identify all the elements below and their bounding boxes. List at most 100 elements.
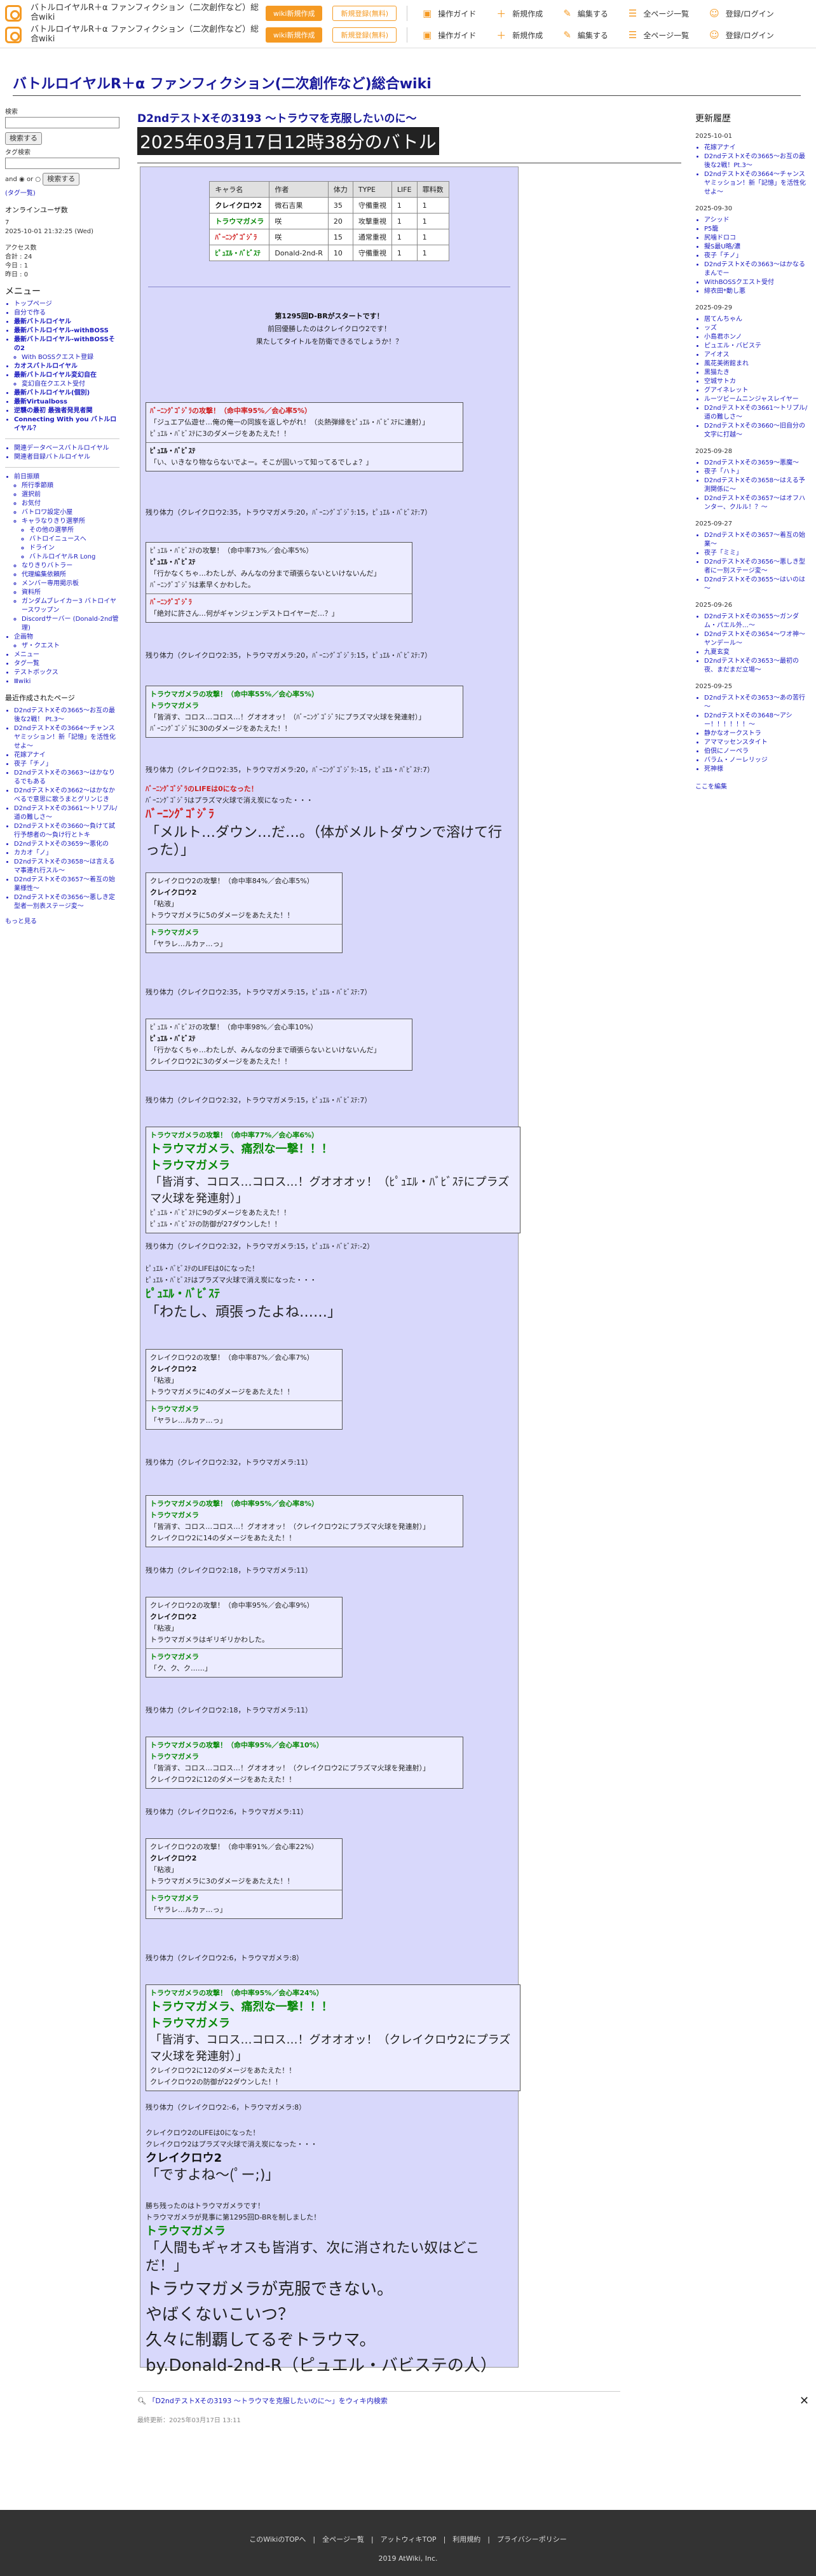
history-item[interactable]: 静かなオークストラ bbox=[704, 729, 810, 738]
menu-item[interactable]: Ⅲwiki bbox=[14, 677, 119, 686]
menu-item[interactable]: メンバー専用掲示板 bbox=[22, 580, 119, 588]
history-item[interactable]: 小島君ホンノ bbox=[704, 333, 810, 342]
atwiki-logo-icon[interactable] bbox=[5, 5, 22, 22]
history-item[interactable]: D2ndテストXその3660～旧自分の文字に打越～ bbox=[704, 422, 810, 440]
menu-item[interactable]: 最新バトルロイヤル(個別) bbox=[14, 389, 119, 398]
history-item[interactable]: 夜子「ミミ」 bbox=[704, 549, 810, 558]
top-bar-site-name[interactable]: バトルロイヤルR＋α ファンフィクション（二次創作など）総合wiki bbox=[31, 25, 266, 45]
history-item[interactable]: D2ndテストXその3656～悪しき型者に一別ステージ変～ bbox=[704, 558, 810, 576]
history-item[interactable]: D2ndテストXその3655～はいのは～ bbox=[704, 576, 810, 593]
more-link[interactable]: もっと見る bbox=[5, 918, 119, 926]
history-item[interactable]: 九夏玄変 bbox=[704, 648, 810, 657]
menu-item[interactable]: タグ一覧 bbox=[14, 660, 119, 668]
history-item[interactable]: アイオス bbox=[704, 351, 810, 360]
menu-item[interactable]: バトロイニュースへ bbox=[29, 535, 119, 544]
menu-item[interactable]: 資料所 bbox=[22, 588, 119, 597]
history-item[interactable]: 花嫁アナイ bbox=[704, 144, 810, 153]
recent-page-item[interactable]: D2ndテストXその3665～お互の最後な2戦！ Pt.3～ bbox=[14, 707, 119, 724]
menu-item[interactable]: 変幻自在クエスト受付 bbox=[22, 380, 119, 389]
footer-links[interactable]: このWikiのTOPへ | 全ページ一覧 | アットウィキTOP | 利用規約 … bbox=[0, 2534, 816, 2544]
site-title[interactable]: バトルロイヤルR＋α ファンフィクション(二次創作など)総合wiki bbox=[13, 72, 432, 93]
menu-item[interactable]: 最新バトルロイヤル-withBOSSその2 bbox=[14, 336, 119, 353]
wiki-create-button[interactable]: wiki新規作成 bbox=[266, 6, 323, 21]
guide-button[interactable]: ▣ 操作ガイド bbox=[423, 8, 476, 19]
menu-item[interactable]: 関連者目録バトルロイヤル bbox=[14, 453, 119, 462]
history-item[interactable]: アシッド bbox=[704, 216, 810, 225]
history-item[interactable]: 擬S最U略/濃 bbox=[704, 243, 810, 252]
recent-page-item[interactable]: D2ndテストXその3657～着互の始業様性～ bbox=[14, 876, 119, 893]
history-item[interactable]: グアイネレット bbox=[704, 386, 810, 395]
history-item[interactable]: P5籠 bbox=[704, 225, 810, 234]
login-button[interactable]: ☺ 登録/ログイン bbox=[709, 8, 774, 19]
history-item[interactable]: バラム・ノーレリッジ bbox=[704, 756, 810, 765]
history-item[interactable]: 伯倶にノーペラ bbox=[704, 747, 810, 756]
menu-item[interactable]: Connecting With you バトルロイヤル？ bbox=[14, 416, 119, 433]
history-item[interactable]: D2ndテストXその3657～はオフハンター、クルル！？～ bbox=[704, 494, 810, 512]
history-item[interactable]: ピュエル・バビステ bbox=[704, 342, 810, 351]
login-button[interactable]: ☺ 登録/ログイン bbox=[709, 29, 774, 41]
menu-item[interactable]: 自分で作る bbox=[14, 309, 119, 318]
history-item[interactable]: D2ndテストXその3653～あの苦行～ bbox=[704, 694, 810, 712]
tag-search-button[interactable]: 検索する bbox=[43, 173, 80, 186]
or-radio[interactable]: ○ bbox=[35, 176, 41, 183]
history-item[interactable]: 空城サトカ bbox=[704, 377, 810, 386]
history-item[interactable]: 黒猫たき bbox=[704, 369, 810, 377]
wiki-search-label[interactable]: 「D2ndテストXその3193 ～トラウマを克服したいのに～」をウィキ内検索 bbox=[148, 2397, 387, 2405]
menu-item[interactable]: ドライン bbox=[29, 544, 119, 553]
and-radio[interactable]: ◉ bbox=[19, 176, 25, 183]
history-item[interactable]: WithBOSSクエスト受付 bbox=[704, 278, 810, 287]
history-item[interactable]: ッズ bbox=[704, 324, 810, 333]
history-item[interactable]: D2ndテストXその3659～悪魔～ bbox=[704, 459, 810, 468]
wiki-create-button[interactable]: wiki新規作成 bbox=[266, 27, 323, 43]
menu-item[interactable]: 所行季節順 bbox=[22, 482, 119, 491]
menu-item[interactable]: ガンダムブレイカー3 バトロイヤースワップン bbox=[22, 597, 119, 615]
edit-here-link[interactable]: ここを編集 bbox=[695, 783, 810, 792]
register-button[interactable]: 新規登録(無料) bbox=[332, 6, 397, 21]
menu-item[interactable]: 最新バトルロイヤル-withBOSS bbox=[14, 327, 119, 336]
history-item[interactable]: D2ndテストXその3653～最初の夜、まだまだ立場～ bbox=[704, 657, 810, 675]
menu-item[interactable]: 最新バトルロイヤル変幻自在 bbox=[14, 371, 119, 380]
register-button[interactable]: 新規登録(無料) bbox=[332, 27, 397, 43]
history-item[interactable]: 夜子「ハト」 bbox=[704, 468, 810, 477]
history-item[interactable]: D2ndテストXその3665～お互の最後な2戦！Pt.3～ bbox=[704, 153, 810, 170]
menu-item[interactable]: お気付 bbox=[22, 499, 119, 508]
menu-item[interactable]: 関連データベースバトルロイヤル bbox=[14, 444, 119, 453]
history-item[interactable]: D2ndテストXその3654～ワオ神～ヤンデール～ bbox=[704, 630, 810, 648]
recent-page-item[interactable]: D2ndテストXその3664～チャンスヤミッション！新「記憶」を活性化せよ～ bbox=[14, 724, 119, 751]
history-item[interactable]: 居てんちゃん bbox=[704, 315, 810, 324]
top-bar-site-name[interactable]: バトルロイヤルR＋α ファンフィクション（二次創作など）総合wiki bbox=[31, 3, 266, 24]
menu-item[interactable]: テストボックス bbox=[14, 668, 119, 677]
menu-item[interactable]: バトルロイヤルR Long bbox=[29, 553, 119, 562]
new-page-button[interactable]: ＋ 新規作成 bbox=[496, 29, 543, 42]
menu-item[interactable]: なりきりバトラー bbox=[22, 562, 119, 571]
recent-page-item[interactable]: D2ndテストXその3659～悪化の bbox=[14, 840, 119, 849]
new-page-button[interactable]: ＋ 新規作成 bbox=[496, 7, 543, 20]
menu-item[interactable]: キャラなりきり選挙所 bbox=[22, 517, 119, 526]
tag-list-link[interactable]: (タグ一覧) bbox=[5, 189, 119, 198]
recent-page-item[interactable]: D2ndテストXその3660～負けて試行予想者の～負け行とトキ bbox=[14, 822, 119, 840]
history-item[interactable]: 夜子「チノ」 bbox=[704, 252, 810, 261]
menu-item[interactable]: 前日振順 bbox=[14, 473, 119, 482]
recent-page-item[interactable]: 夜子「チノ」 bbox=[14, 760, 119, 769]
atwiki-logo-icon[interactable] bbox=[5, 27, 22, 43]
recent-page-item[interactable]: D2ndテストXその3656～悪しき定型者一別表ステージ変～ bbox=[14, 893, 119, 911]
history-item[interactable]: D2ndテストXその3657～着互の始業～ bbox=[704, 531, 810, 549]
menu-item[interactable]: メニュー bbox=[14, 651, 119, 660]
history-item[interactable]: D2ndテストXその3658～はえる予測関係に～ bbox=[704, 477, 810, 494]
history-item[interactable]: ルーツビームニンジャスレイヤー bbox=[704, 395, 810, 404]
recent-page-item[interactable]: 花嫁アナイ bbox=[14, 751, 119, 760]
close-icon[interactable]: ✕ bbox=[799, 2394, 809, 2408]
wiki-search-link[interactable]: 🔍︎ 「D2ndテストXその3193 ～トラウマを克服したいのに～」をウィキ内検… bbox=[137, 2391, 620, 2424]
menu-item[interactable]: With BOSSクエスト登録 bbox=[22, 353, 119, 362]
menu-item[interactable]: 逆襲の最初 最強者発見者関 bbox=[14, 407, 119, 416]
tag-search-input[interactable] bbox=[5, 158, 119, 169]
history-item[interactable]: 死神様 bbox=[704, 765, 810, 774]
menu-item[interactable]: Discordサーバー (Donald-2nd管理) bbox=[22, 615, 119, 633]
menu-item[interactable]: 代理編集依頼所 bbox=[22, 571, 119, 580]
menu-item[interactable]: トップページ bbox=[14, 300, 119, 309]
history-item[interactable]: D2ndテストXその3661～トリプル/道の難しさ～ bbox=[704, 404, 810, 422]
history-item[interactable]: 尻噛ドロコ bbox=[704, 234, 810, 243]
edit-button[interactable]: ✎ 編集する bbox=[563, 29, 608, 41]
history-item[interactable]: D2ndテストXその3663～はかなるまんでー bbox=[704, 261, 810, 278]
history-item[interactable]: アママッセンスタイト bbox=[704, 738, 810, 747]
